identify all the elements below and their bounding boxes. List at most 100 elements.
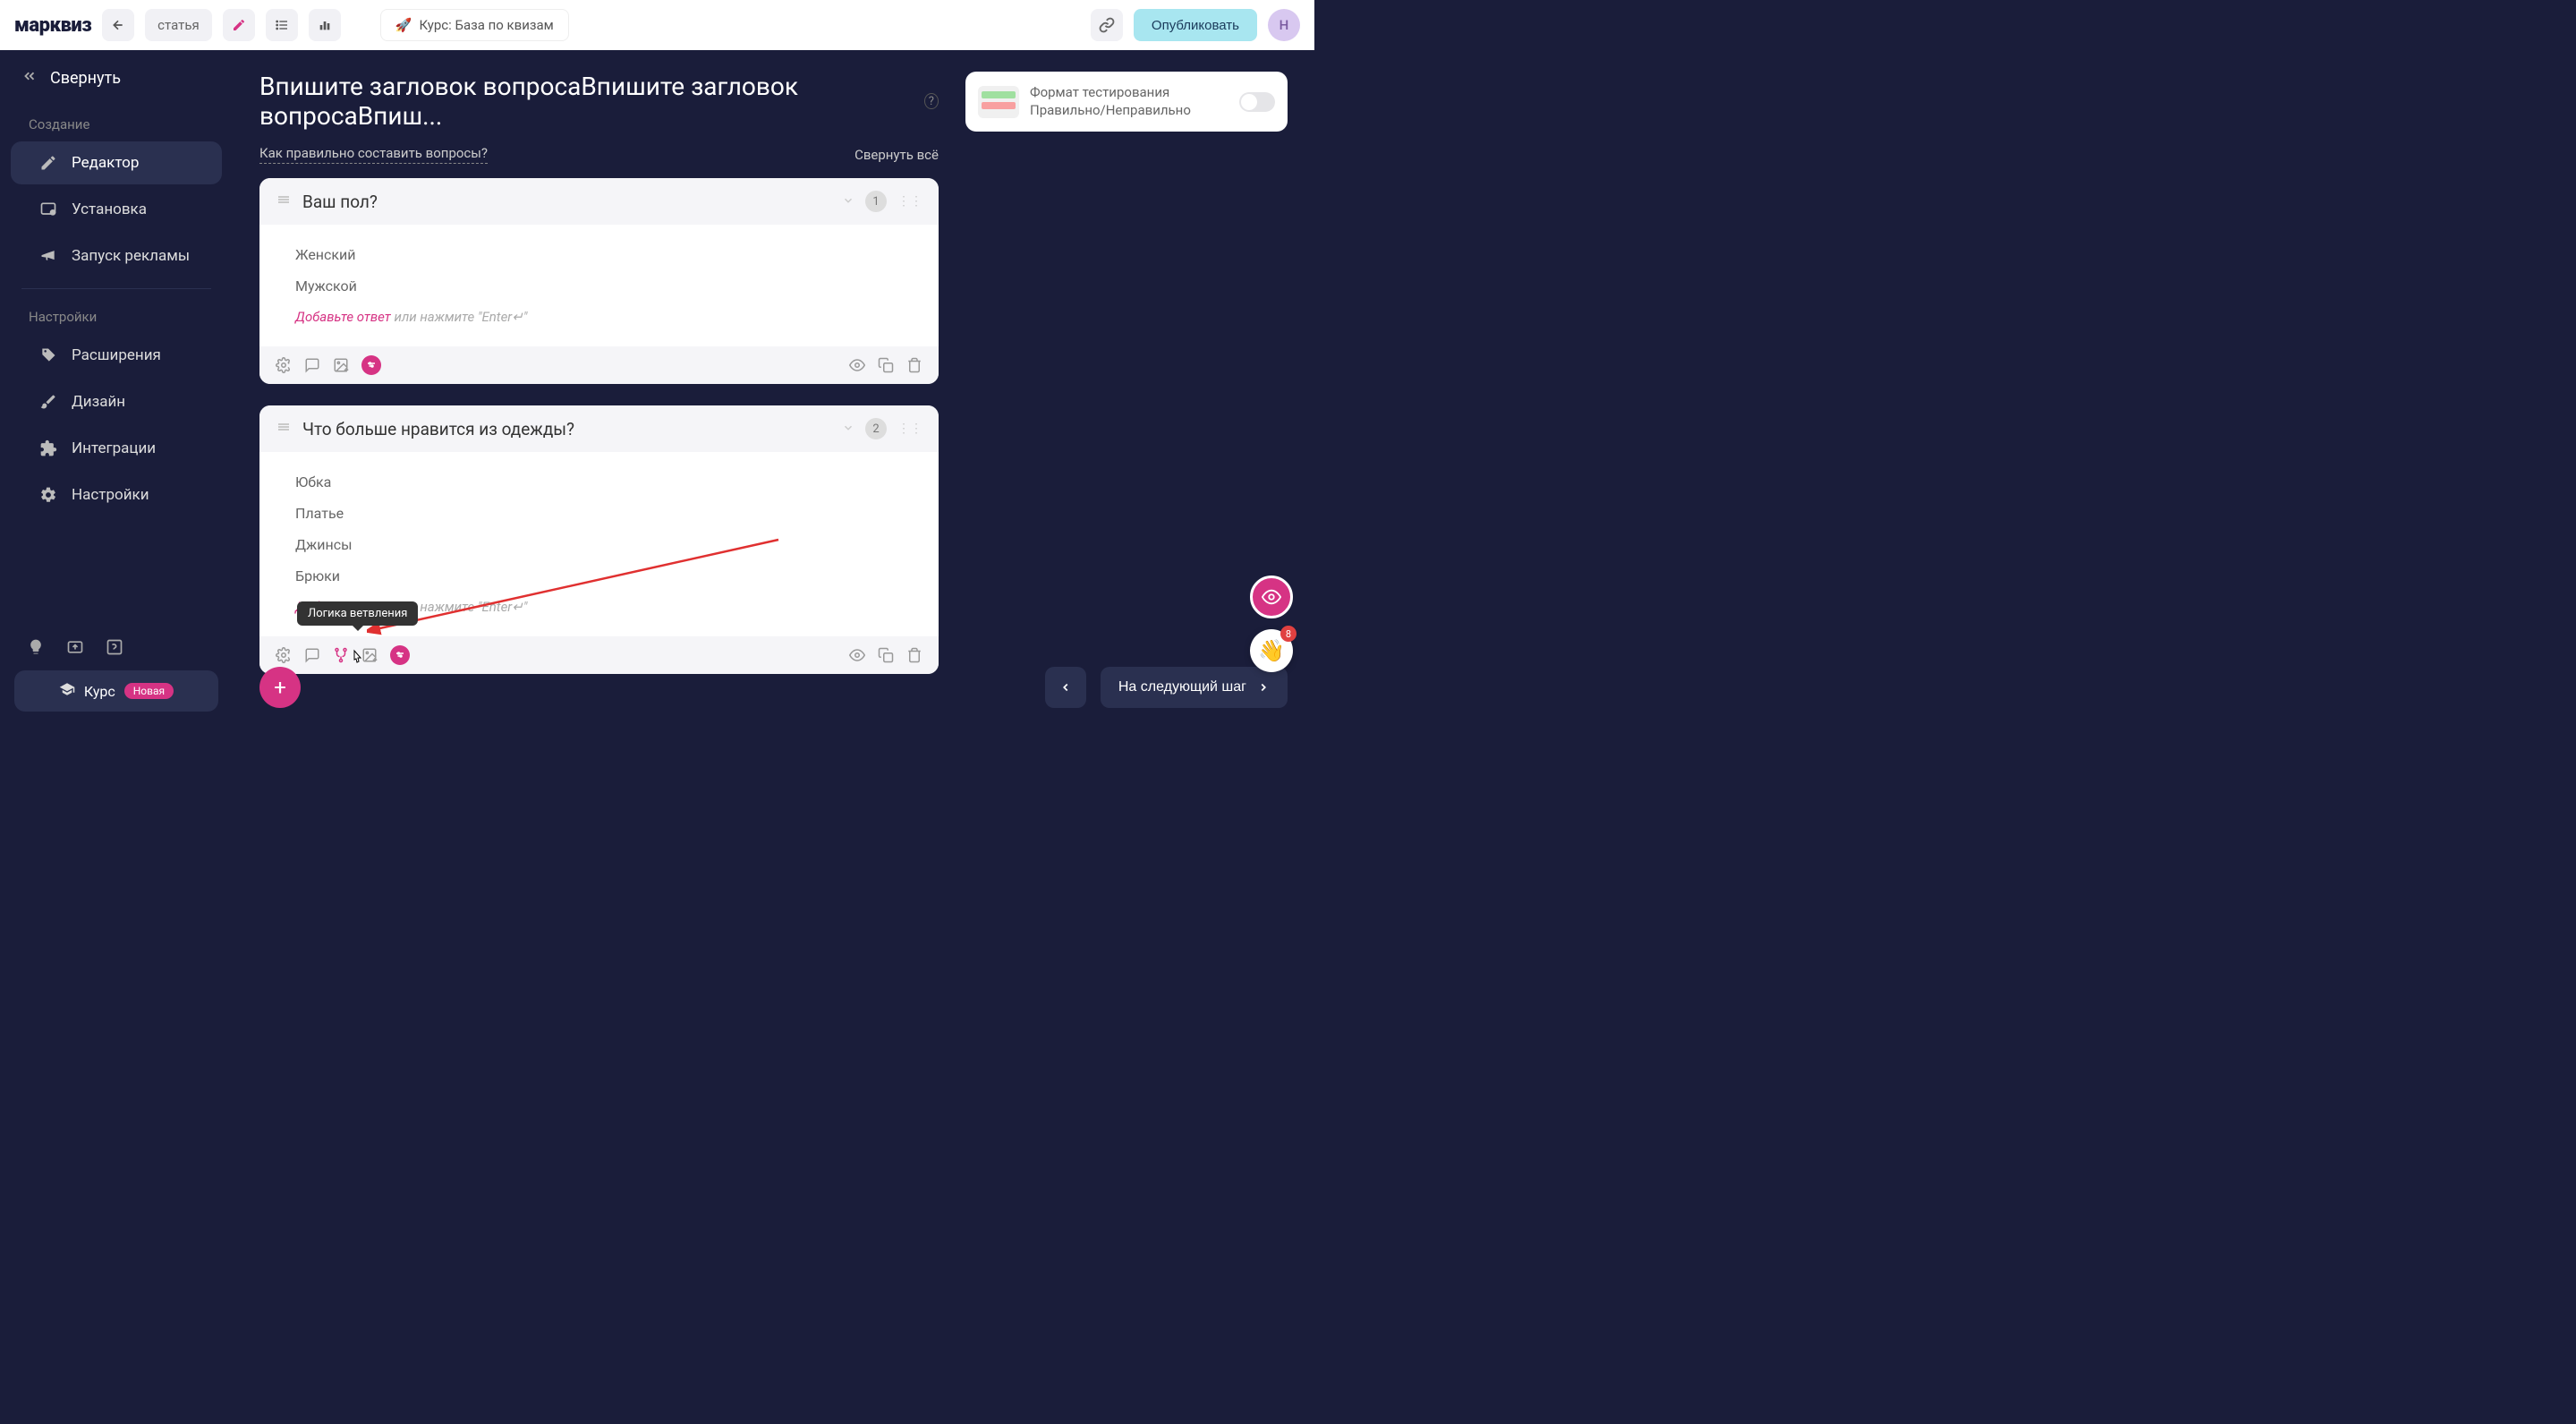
- chevron-down-icon[interactable]: [842, 193, 854, 210]
- comment-icon[interactable]: [304, 647, 320, 663]
- brush-icon: [39, 393, 57, 411]
- test-format-panel: Формат тестирования Правильно/Неправильн…: [965, 72, 1288, 132]
- collapse-label: Свернуть: [50, 69, 121, 88]
- question-head: Что больше нравится из одежды? 2 ⋮⋮: [259, 405, 939, 452]
- topbar: марквиз статья 🚀Курс: База по квизам Опу…: [0, 0, 1314, 50]
- nav-extensions[interactable]: Расширения: [11, 334, 222, 377]
- rocket-icon: 🚀: [395, 17, 412, 33]
- nav-label: Дизайн: [72, 393, 125, 411]
- format-toggle[interactable]: [1239, 92, 1275, 112]
- avatar[interactable]: Н: [1268, 9, 1300, 41]
- gear-icon: [39, 486, 57, 504]
- bulb-icon[interactable]: [27, 638, 45, 656]
- hint-link[interactable]: Как правильно составить вопросы?: [259, 145, 488, 164]
- answer-row[interactable]: Платье: [295, 498, 903, 529]
- drag-icon[interactable]: [276, 419, 292, 439]
- tooltip: Логика ветвления: [297, 601, 418, 626]
- content: Впишите загловок вопросаВпишите загловок…: [233, 50, 1314, 726]
- nav-design[interactable]: Дизайн: [11, 380, 222, 423]
- nav-editor[interactable]: Редактор: [11, 141, 222, 184]
- nav-ads[interactable]: Запуск рекламы: [11, 234, 222, 277]
- main: Свернуть Создание Редактор Установка Зап…: [0, 50, 1314, 726]
- chevron-down-icon[interactable]: [842, 421, 854, 438]
- eye-icon[interactable]: [849, 647, 865, 663]
- grip-icon[interactable]: ⋮⋮: [897, 199, 922, 204]
- upload-icon[interactable]: [66, 638, 84, 656]
- question-card: Ваш пол? 1 ⋮⋮ЖенскийМужскойДобавьте отве…: [259, 178, 939, 384]
- edit-icon[interactable]: [223, 9, 255, 41]
- tag-icon: [39, 346, 57, 364]
- nav-label: Интеграции: [72, 439, 156, 457]
- collapse-all[interactable]: Свернуть всё: [854, 147, 939, 163]
- nav-label: Настройки: [72, 486, 149, 504]
- cursor-pointer-icon: [349, 649, 365, 669]
- notif-badge: 8: [1280, 626, 1297, 642]
- nav-label: Установка: [72, 200, 147, 218]
- section-settings: Настройки: [0, 298, 233, 332]
- article-chip[interactable]: статья: [145, 9, 212, 41]
- badge-new: Новая: [124, 683, 174, 699]
- nav-settings[interactable]: Настройки: [11, 473, 222, 516]
- nav-integrations[interactable]: Интеграции: [11, 427, 222, 470]
- course-button[interactable]: Курс Новая: [14, 670, 218, 712]
- prev-step-button[interactable]: [1045, 667, 1086, 708]
- question-card: Что больше нравится из одежды? 2 ⋮⋮ ЮбкаП…: [259, 405, 939, 674]
- filter-icon[interactable]: [390, 645, 410, 665]
- sidebar: Свернуть Создание Редактор Установка Зап…: [0, 50, 233, 726]
- nav-label: Запуск рекламы: [72, 247, 190, 265]
- comment-icon[interactable]: [304, 357, 320, 373]
- answer-row[interactable]: Джинсы: [295, 529, 903, 560]
- help-icon[interactable]: [106, 638, 123, 656]
- page-title-row: Впишите загловок вопросаВпишите загловок…: [259, 72, 939, 131]
- install-icon: [39, 200, 57, 218]
- eye-icon[interactable]: [849, 357, 865, 373]
- question-title[interactable]: Что больше нравится из одежды?: [302, 419, 831, 439]
- back-button[interactable]: [102, 9, 134, 41]
- sidebar-collapse[interactable]: Свернуть: [0, 68, 233, 106]
- trash-icon[interactable]: [906, 647, 922, 663]
- sidebar-bottom: Курс Новая: [0, 638, 233, 712]
- gear-icon[interactable]: [276, 647, 292, 663]
- gear-icon[interactable]: [276, 357, 292, 373]
- logo: марквиз: [14, 14, 91, 37]
- preview-fab[interactable]: [1250, 576, 1293, 618]
- answer-row[interactable]: Юбка: [295, 466, 903, 498]
- add-button[interactable]: +: [259, 667, 301, 708]
- page-title: Впишите загловок вопросаВпишите загловок…: [259, 72, 910, 131]
- chevron-left-icon: [21, 68, 38, 88]
- copy-icon[interactable]: [878, 357, 894, 373]
- branch-icon[interactable]: [333, 647, 349, 663]
- trash-icon[interactable]: [906, 357, 922, 373]
- nav-label: Редактор: [72, 154, 139, 172]
- next-step-button[interactable]: На следующий шаг: [1101, 667, 1288, 708]
- course-link[interactable]: 🚀Курс: База по квизам: [380, 9, 569, 41]
- pencil-icon: [39, 154, 57, 172]
- add-answer[interactable]: Добавьте ответ или нажмите "Enter↵": [295, 302, 903, 332]
- list-icon[interactable]: [266, 9, 298, 41]
- link-icon[interactable]: [1091, 9, 1123, 41]
- copy-icon[interactable]: [878, 647, 894, 663]
- stats-icon[interactable]: [309, 9, 341, 41]
- graduation-icon: [59, 681, 75, 701]
- answer-row[interactable]: Мужской: [295, 270, 903, 302]
- help-icon[interactable]: ?: [924, 93, 939, 109]
- question-number: 1: [865, 191, 887, 212]
- answer-row[interactable]: Женский: [295, 239, 903, 270]
- format-text: Формат тестирования Правильно/Неправильн…: [1030, 84, 1228, 119]
- question-body: ЖенскийМужскойДобавьте ответ или нажмите…: [259, 225, 939, 346]
- nav-install[interactable]: Установка: [11, 188, 222, 231]
- notifications-fab[interactable]: 👋8: [1250, 629, 1293, 672]
- format-thumb: [978, 86, 1019, 118]
- answer-row[interactable]: Брюки: [295, 560, 903, 592]
- question-head: Ваш пол? 1 ⋮⋮: [259, 178, 939, 225]
- publish-button[interactable]: Опубликовать: [1134, 9, 1257, 41]
- section-create: Создание: [0, 106, 233, 140]
- grip-icon[interactable]: ⋮⋮: [897, 426, 922, 431]
- megaphone-icon: [39, 247, 57, 265]
- question-number: 2: [865, 418, 887, 439]
- drag-icon[interactable]: [276, 192, 292, 211]
- question-footer: [259, 346, 939, 384]
- filter-icon[interactable]: [361, 355, 381, 375]
- question-title[interactable]: Ваш пол?: [302, 192, 831, 212]
- image-icon[interactable]: [333, 357, 349, 373]
